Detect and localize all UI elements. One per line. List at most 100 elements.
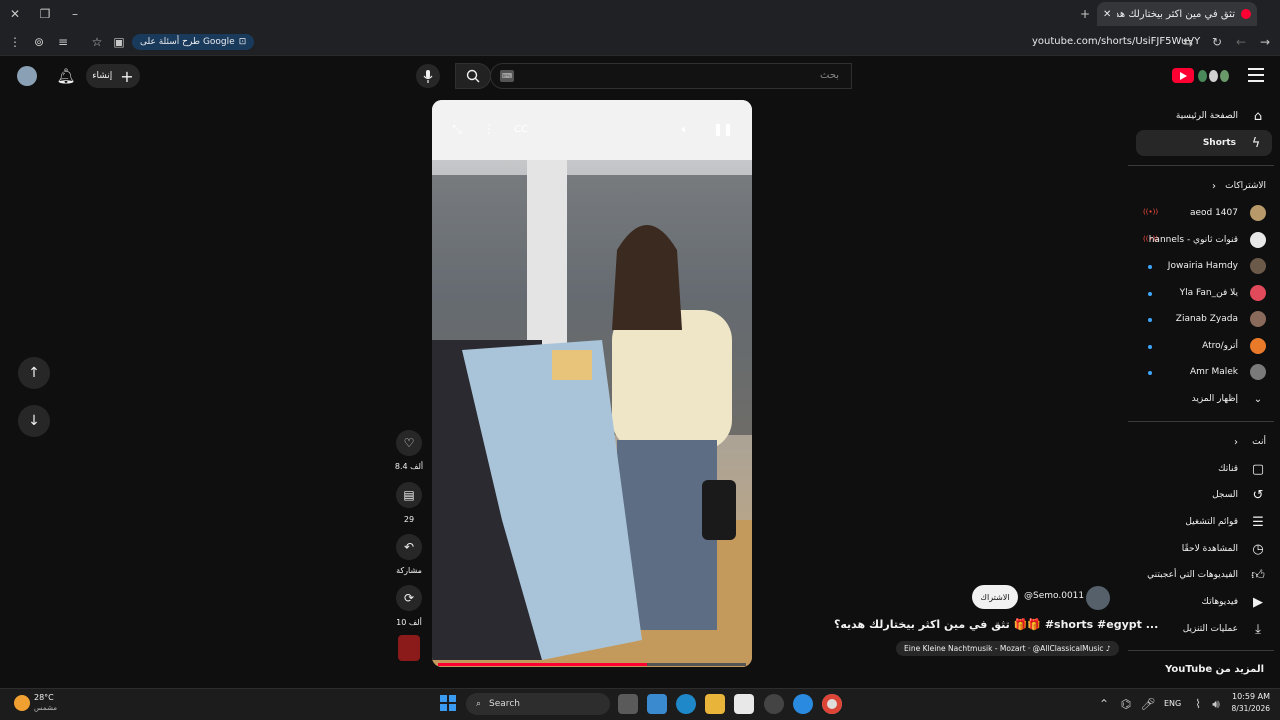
search-button[interactable] (455, 63, 491, 89)
next-short-button[interactable]: ↓ (18, 405, 50, 437)
sidebar-item-shorts[interactable]: Shorts ϟ (1136, 130, 1272, 156)
browser-tab[interactable]: تثق في مين اكثر بيختارلك هد... ✕ (1097, 2, 1257, 26)
weather-desc: مشمس (34, 704, 57, 712)
bookmark-star-icon[interactable]: ☆ (90, 35, 104, 49)
settings-gear-icon[interactable] (764, 694, 784, 714)
sidebar-item-your-videos[interactable]: فيديوهاتك ▶ (1128, 589, 1274, 615)
speaker-icon[interactable]: 🔊︎ (1210, 697, 1222, 711)
previous-short-button[interactable]: ↑ (18, 357, 50, 389)
sidebar-item-label: قوائم التشغيل (1185, 517, 1238, 527)
show-more-button[interactable]: إظهار المزيد ⌄ (1128, 386, 1274, 412)
remix-count: 10 ألف (396, 618, 422, 627)
taskbar-search[interactable]: ⌕ Search (466, 693, 610, 715)
file-explorer-icon[interactable] (705, 694, 725, 714)
windows-start-icon[interactable] (440, 695, 456, 711)
sidebar-item-liked[interactable]: الفيديوهات التي أعجبتني 👍︎ (1128, 562, 1274, 588)
subscription-item[interactable]: Zianab Zyada (1128, 306, 1274, 332)
comment-icon: ▤ (403, 488, 415, 502)
video-frame (432, 100, 752, 667)
edge-browser-icon[interactable] (676, 694, 696, 714)
subscription-item[interactable]: قنوات ثانوي - hannels... (1128, 227, 1274, 253)
chrome-browser-icon[interactable] (822, 694, 842, 714)
restore-window-icon[interactable]: ❐ (38, 7, 52, 21)
close-window-icon[interactable]: ✕ (8, 7, 22, 21)
subscription-item[interactable]: aeod 1407 (1128, 200, 1274, 226)
share-button[interactable]: ↶ (396, 534, 422, 560)
sidebar-item-watch-later[interactable]: المشاهدة لاحقًا ◷ (1128, 536, 1274, 562)
sidebar-item-channel[interactable]: قناتك ▢ (1128, 456, 1274, 482)
more-options-icon[interactable]: ⋮ (482, 122, 496, 136)
channel-handle[interactable]: @Semo.0011 (1024, 591, 1084, 601)
user-avatar[interactable] (17, 66, 37, 86)
minimize-window-icon[interactable]: – (68, 7, 82, 21)
google-lens-icon: ⊡ (238, 37, 247, 47)
music-track-label: Eine Kleine Nachtmusik - Mozart · @AllCl… (904, 644, 1111, 653)
video-title[interactable]: تثق في مين اكثر بيختارلك هديه؟ 🎁🎁 #short… (834, 618, 1158, 631)
search-icon: ⌕ (476, 699, 482, 709)
sidebar-item-history[interactable]: السجل ↺ (1128, 482, 1274, 508)
channel-avatar (1250, 258, 1266, 274)
notifications-bell-icon[interactable]: 🔔︎ (56, 66, 76, 86)
subscription-item[interactable]: يلا فن_Yla Fan (1128, 280, 1274, 306)
voice-search-mic-icon[interactable] (416, 64, 440, 88)
sidebar-item-playlists[interactable]: قوائم التشغيل ☰ (1128, 509, 1274, 535)
channel-avatar[interactable] (1086, 586, 1110, 610)
captions-icon[interactable]: CC (514, 122, 528, 136)
forward-icon[interactable]: → (1258, 35, 1272, 49)
site-settings-icon[interactable]: ⇆ (1181, 35, 1195, 49)
back-icon[interactable]: ← (1234, 35, 1248, 49)
subscribe-button[interactable]: الاشتراك (972, 585, 1018, 609)
like-button[interactable]: ♡ (396, 430, 422, 456)
subscription-item[interactable]: Jowairia Hamdy (1128, 253, 1274, 279)
app-icon[interactable] (793, 694, 813, 714)
hamburger-menu-icon[interactable] (1248, 68, 1264, 82)
network-icon[interactable]: ⌬ (1120, 697, 1132, 711)
url-text[interactable]: youtube.com/shorts/UsiFJF5WuVY (1032, 36, 1200, 47)
sound-thumbnail[interactable] (398, 635, 420, 661)
subscription-item[interactable]: أترو/Atro (1128, 333, 1274, 359)
comments-button[interactable]: ▤ (396, 482, 422, 508)
youtube-logo[interactable] (1172, 68, 1194, 83)
create-button[interactable]: إنشاء + (86, 64, 140, 88)
channel-avatar (1250, 285, 1266, 301)
microphone-icon[interactable]: 🎤︎ (1140, 697, 1155, 711)
keyboard-icon[interactable]: ⌨ (500, 70, 514, 82)
store-icon[interactable] (734, 694, 754, 714)
you-heading[interactable]: أنت › (1128, 429, 1274, 455)
ask-google-pill[interactable]: طرح أسئلة على Google ⊡ (132, 34, 255, 50)
language-indicator[interactable]: ENG (1164, 699, 1181, 708)
copilot-icon[interactable] (647, 694, 667, 714)
fullscreen-icon[interactable]: ⤡ (450, 122, 464, 136)
task-view-icon[interactable] (618, 694, 638, 714)
volume-icon[interactable]: 🔈︎ (678, 122, 692, 136)
downloads-icon: ⤓ (1255, 621, 1261, 637)
chevron-up-icon[interactable]: ⌃ (1098, 697, 1110, 711)
sidebar-item-label: الصفحة الرئيسية (1175, 111, 1238, 121)
extension-icon[interactable]: ⊚ (32, 35, 46, 49)
music-pill[interactable]: Eine Kleine Nachtmusik - Mozart · @AllCl… (896, 641, 1119, 656)
subscriptions-heading-label: الاشتراكات (1225, 181, 1266, 191)
short-video-player[interactable]: ⤡ ⋮ CC 🔈︎ ❚❚ (432, 100, 752, 667)
tune-icon[interactable]: ≡ (56, 35, 70, 49)
sidebar-item-home[interactable]: الصفحة الرئيسية ⌂ (1128, 103, 1274, 129)
tab-close-icon[interactable]: ✕ (1103, 9, 1111, 20)
liked-icon: 👍︎ (1251, 567, 1265, 583)
weather-temp[interactable]: 28°C (34, 693, 54, 702)
sidebar-item-label: المشاهدة لاحقًا (1181, 544, 1238, 554)
menu-dots-icon[interactable]: ⋮ (8, 35, 22, 49)
new-tab-icon[interactable]: + (1078, 7, 1092, 21)
pause-icon[interactable]: ❚❚ (713, 122, 733, 136)
more-from-youtube-heading: المزيد من YouTube (1165, 664, 1264, 675)
clock-time[interactable]: 10:59 AM (1228, 692, 1270, 701)
sidebar-item-label: Shorts (1202, 138, 1236, 148)
search-input[interactable] (490, 63, 852, 89)
subscription-name: أترو/Atro (1202, 341, 1238, 351)
lens-icon[interactable]: ▣ (112, 35, 126, 49)
channel-avatar (1250, 364, 1266, 380)
remix-button[interactable]: ⟳ (396, 585, 422, 611)
arrow-up-icon: ↑ (28, 365, 40, 381)
wifi-icon[interactable]: ⌇ (1192, 697, 1204, 711)
reload-icon[interactable]: ↻ (1210, 35, 1224, 49)
subscription-item[interactable]: Amr Malek (1128, 359, 1274, 385)
subscriptions-heading[interactable]: الاشتراكات › (1128, 173, 1274, 199)
